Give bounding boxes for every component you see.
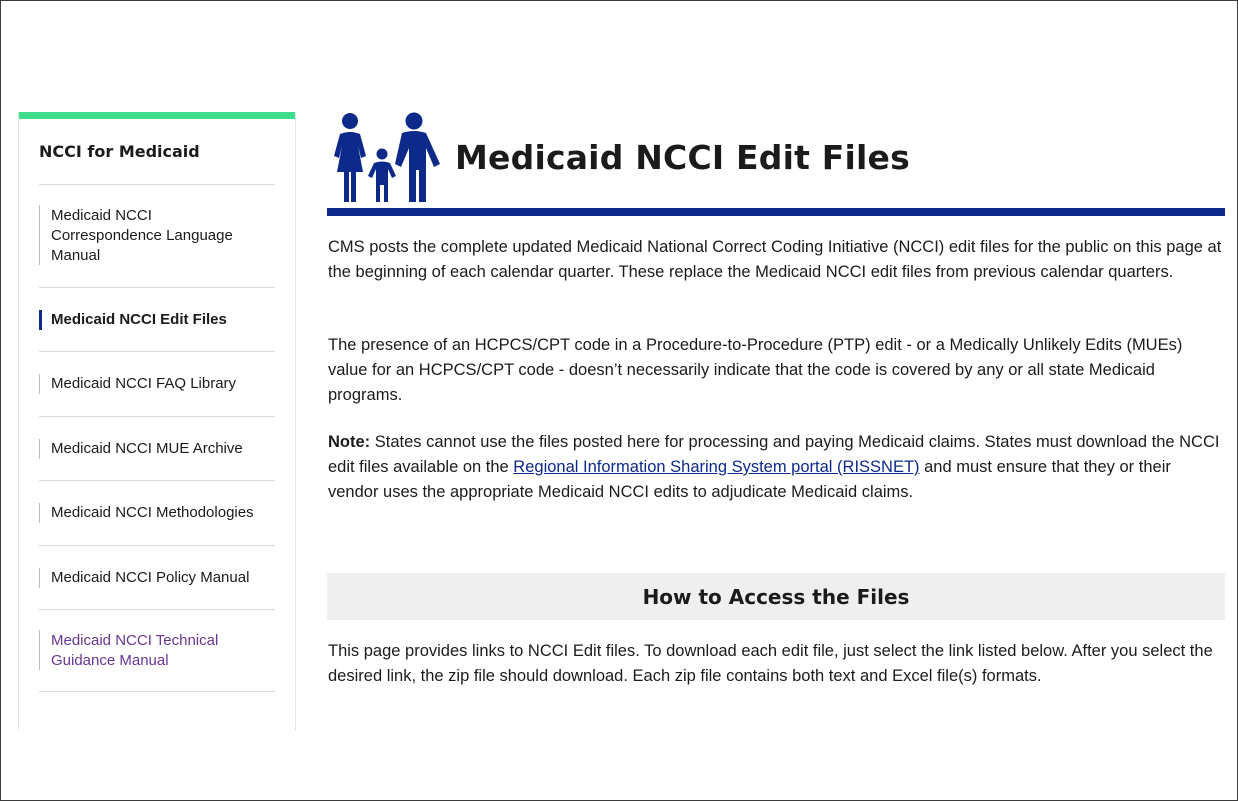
sidebar-nav: NCCI for Medicaid Medicaid NCCI Correspo… [18, 112, 296, 730]
sidebar-item-label[interactable]: Medicaid NCCI FAQ Library [39, 374, 236, 394]
note-paragraph: Note: States cannot use the files posted… [328, 430, 1223, 505]
page-title: Medicaid NCCI Edit Files [455, 138, 910, 177]
page-header: Medicaid NCCI Edit Files [327, 112, 1225, 216]
title-divider [327, 208, 1225, 216]
family-icon [334, 112, 440, 202]
sidebar-item-faq-library[interactable]: Medicaid NCCI FAQ Library [39, 351, 275, 416]
rissnet-link[interactable]: Regional Information Sharing System port… [513, 458, 919, 476]
section-header-band: How to Access the Files [327, 573, 1225, 620]
sidebar-accent-bar [19, 112, 295, 119]
sidebar-item-policy-manual[interactable]: Medicaid NCCI Policy Manual [39, 545, 275, 609]
sidebar-item-edit-files[interactable]: Medicaid NCCI Edit Files [39, 287, 275, 351]
section-heading: How to Access the Files [642, 584, 910, 609]
main-content: Medicaid NCCI Edit Files CMS posts the c… [327, 112, 1225, 685]
sidebar-item-label[interactable]: Medicaid NCCI Correspondence Language Ma… [39, 206, 254, 266]
sidebar-item-mue-archive[interactable]: Medicaid NCCI MUE Archive [39, 416, 275, 480]
sidebar-item-label[interactable]: Medicaid NCCI Edit Files [39, 310, 227, 330]
access-paragraph: This page provides links to NCCI Edit fi… [328, 642, 1213, 685]
sidebar-item-label[interactable]: Medicaid NCCI MUE Archive [39, 439, 243, 459]
note-label: Note: [328, 433, 371, 451]
sidebar-list: Medicaid NCCI Correspondence Language Ma… [39, 184, 275, 692]
sidebar-title: NCCI for Medicaid [39, 142, 200, 161]
sidebar-item-label[interactable]: Medicaid NCCI Technical Guidance Manual [39, 631, 254, 671]
intro-paragraph: CMS posts the complete updated Medicaid … [328, 238, 1222, 281]
sidebar-item-label[interactable]: Medicaid NCCI Policy Manual [39, 568, 249, 588]
sidebar-item-methodologies[interactable]: Medicaid NCCI Methodologies [39, 480, 275, 545]
sidebar-item-label[interactable]: Medicaid NCCI Methodologies [39, 503, 254, 523]
disclaimer-paragraph: The presence of an HCPCS/CPT code in a P… [328, 336, 1183, 404]
sidebar-item-correspondence-language-manual[interactable]: Medicaid NCCI Correspondence Language Ma… [39, 184, 275, 287]
sidebar-item-technical-guidance-manual[interactable]: Medicaid NCCI Technical Guidance Manual [39, 609, 275, 692]
